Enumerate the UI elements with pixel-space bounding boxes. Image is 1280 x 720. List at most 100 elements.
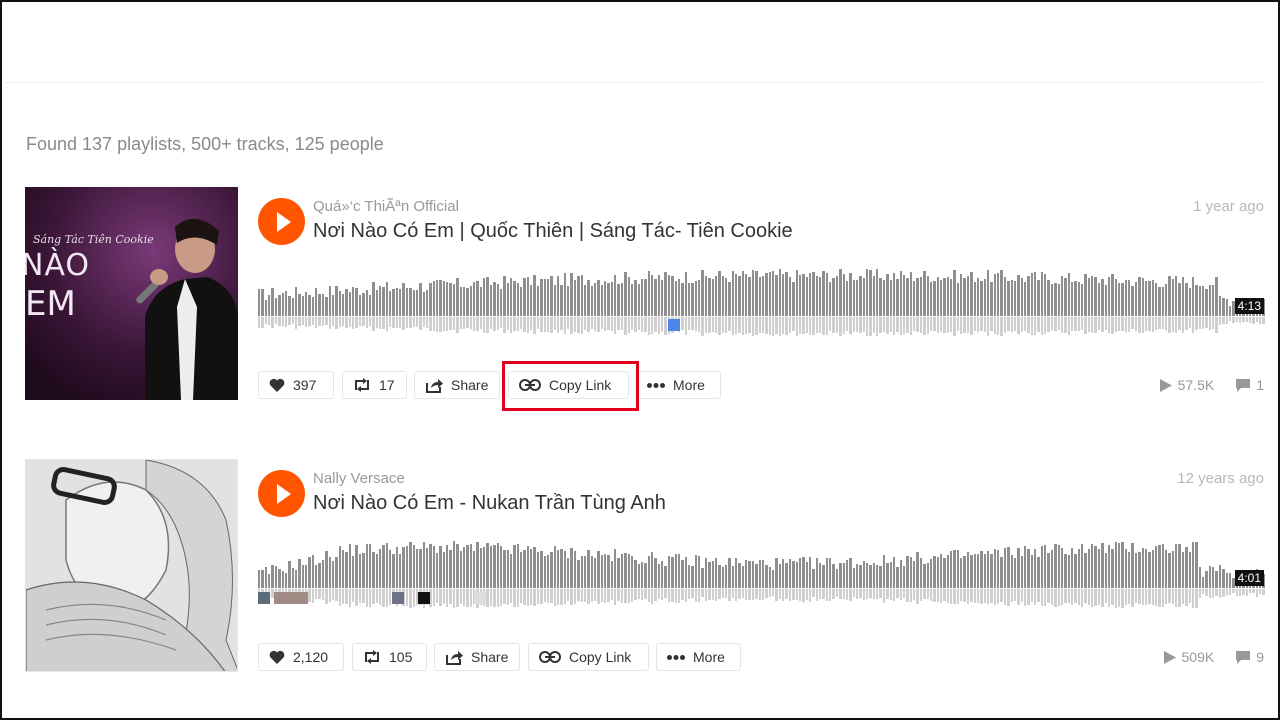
like-button[interactable]: 397 [258, 371, 334, 399]
waveform-bar [274, 298, 278, 316]
waveform-bar [1087, 548, 1091, 588]
waveform-bar-reflection [866, 589, 869, 600]
waveform-bar [852, 568, 855, 588]
waveform-bar [688, 564, 691, 588]
waveform[interactable]: 4:01 [258, 534, 1265, 614]
waveform-bar-reflection [899, 589, 902, 601]
more-button[interactable]: More [656, 643, 741, 671]
waveform-bar-reflection [338, 589, 341, 607]
uploader-name[interactable]: Quá»‘c ThiÃªn Official [313, 198, 459, 215]
waveform-bar-reflection [953, 317, 956, 336]
waveform-bar-reflection [1118, 589, 1121, 608]
waveform-bar [1128, 279, 1131, 316]
share-button[interactable]: Share [434, 643, 520, 671]
track-title[interactable]: Nơi Nào Có Em | Quốc Thiên | Sáng Tác- T… [313, 220, 793, 243]
waveform-bar-reflection [382, 317, 385, 329]
waveform-bar-reflection [943, 317, 946, 333]
waveform-bar [939, 279, 943, 316]
waveform-bar [997, 550, 1000, 588]
waveform-bar-reflection [1077, 589, 1081, 606]
comment-avatar[interactable] [418, 592, 430, 604]
waveform-bar [590, 285, 593, 316]
play-button[interactable] [258, 198, 305, 245]
waveform-bar-reflection [328, 317, 331, 330]
waveform-bar [637, 283, 640, 316]
repost-button[interactable]: 105 [352, 643, 427, 671]
waveform-bar-reflection [835, 589, 839, 597]
plays-icon [1163, 650, 1176, 664]
waveform-bar [395, 547, 399, 588]
waveform-bar [980, 280, 983, 316]
waveform-bar [341, 294, 345, 316]
waveform-bar-reflection [325, 317, 328, 325]
waveform-bar-reflection [624, 317, 627, 335]
track-title[interactable]: Nơi Nào Có Em - Nukan Trần Tùng Anh [313, 492, 666, 515]
waveform-bar-reflection [647, 317, 651, 336]
waveform-bar-reflection [1208, 589, 1212, 598]
waveform-bar [580, 275, 583, 316]
waveform-bar [745, 273, 748, 316]
copy-link-button[interactable]: Copy Link [528, 643, 649, 671]
waveform-bar [362, 293, 365, 316]
waveform-bar-reflection [1259, 589, 1262, 594]
waveform-bar [808, 556, 812, 588]
waveform-bar-reflection [812, 317, 815, 335]
more-label: More [693, 649, 725, 665]
like-button[interactable]: 2,120 [258, 643, 344, 671]
play-button[interactable] [258, 470, 305, 517]
waveform-bar [402, 282, 405, 316]
waveform-bar-reflection [614, 589, 617, 605]
comment-avatar[interactable] [392, 592, 404, 604]
track-artwork[interactable]: Sáng Tác Tiên Cookie NÀO EM [25, 187, 238, 400]
waveform-bar [849, 557, 852, 588]
waveform-bar [815, 275, 819, 316]
waveform-bar [1121, 282, 1124, 316]
comment-avatar[interactable] [258, 592, 270, 604]
waveform-bar [1144, 549, 1148, 588]
waveform-bar [805, 277, 808, 316]
comment-avatar[interactable] [668, 319, 680, 331]
track-artwork[interactable] [25, 459, 238, 672]
waveform-bar [859, 275, 862, 316]
waveform-bar-reflection [1027, 589, 1030, 605]
comment-avatar[interactable] [274, 592, 308, 604]
waveform-bar [1201, 286, 1205, 316]
waveform-bar [486, 276, 489, 316]
waveform-bar-reflection [462, 317, 466, 329]
share-button[interactable]: Share [414, 371, 500, 399]
waveform-bar [536, 551, 540, 588]
waveform-bar [882, 554, 886, 588]
waveform-bar [405, 546, 409, 588]
repost-button[interactable]: 17 [342, 371, 407, 399]
waveform-bar [395, 287, 399, 316]
waveform-bar [852, 280, 855, 316]
waveform-bar-reflection [1181, 317, 1185, 333]
waveform-bar [748, 276, 751, 316]
waveform-bar-reflection [862, 589, 866, 601]
comment-avatar[interactable] [474, 592, 486, 604]
more-button[interactable]: More [636, 371, 721, 399]
waveform-bar-reflection [832, 317, 835, 333]
waveform-bar-reflection [943, 589, 946, 602]
waveform-bar [950, 279, 953, 316]
waveform-bar-reflection [315, 317, 318, 329]
waveform-bar-reflection [976, 589, 980, 603]
waveform-bar-reflection [886, 317, 889, 335]
waveform-bar-reflection [1185, 317, 1188, 331]
waveform-bar-reflection [728, 589, 731, 602]
waveform-bar-reflection [1118, 317, 1121, 331]
waveform-bar [637, 564, 640, 588]
waveform-bar [593, 558, 597, 588]
waveform-bar-reflection [617, 317, 620, 331]
waveform-bar [392, 288, 395, 316]
waveform[interactable]: 4:13 [258, 262, 1265, 342]
waveform-bar [1037, 557, 1040, 588]
waveform-bar-reflection [382, 589, 385, 607]
waveform-bar [311, 296, 315, 316]
waveform-bar [876, 564, 879, 588]
waveform-bar [651, 274, 654, 316]
waveform-bar [788, 276, 792, 316]
uploader-name[interactable]: Nally Versace [313, 470, 405, 487]
waveform-bar [1034, 272, 1037, 316]
waveform-bar-reflection [661, 589, 664, 600]
